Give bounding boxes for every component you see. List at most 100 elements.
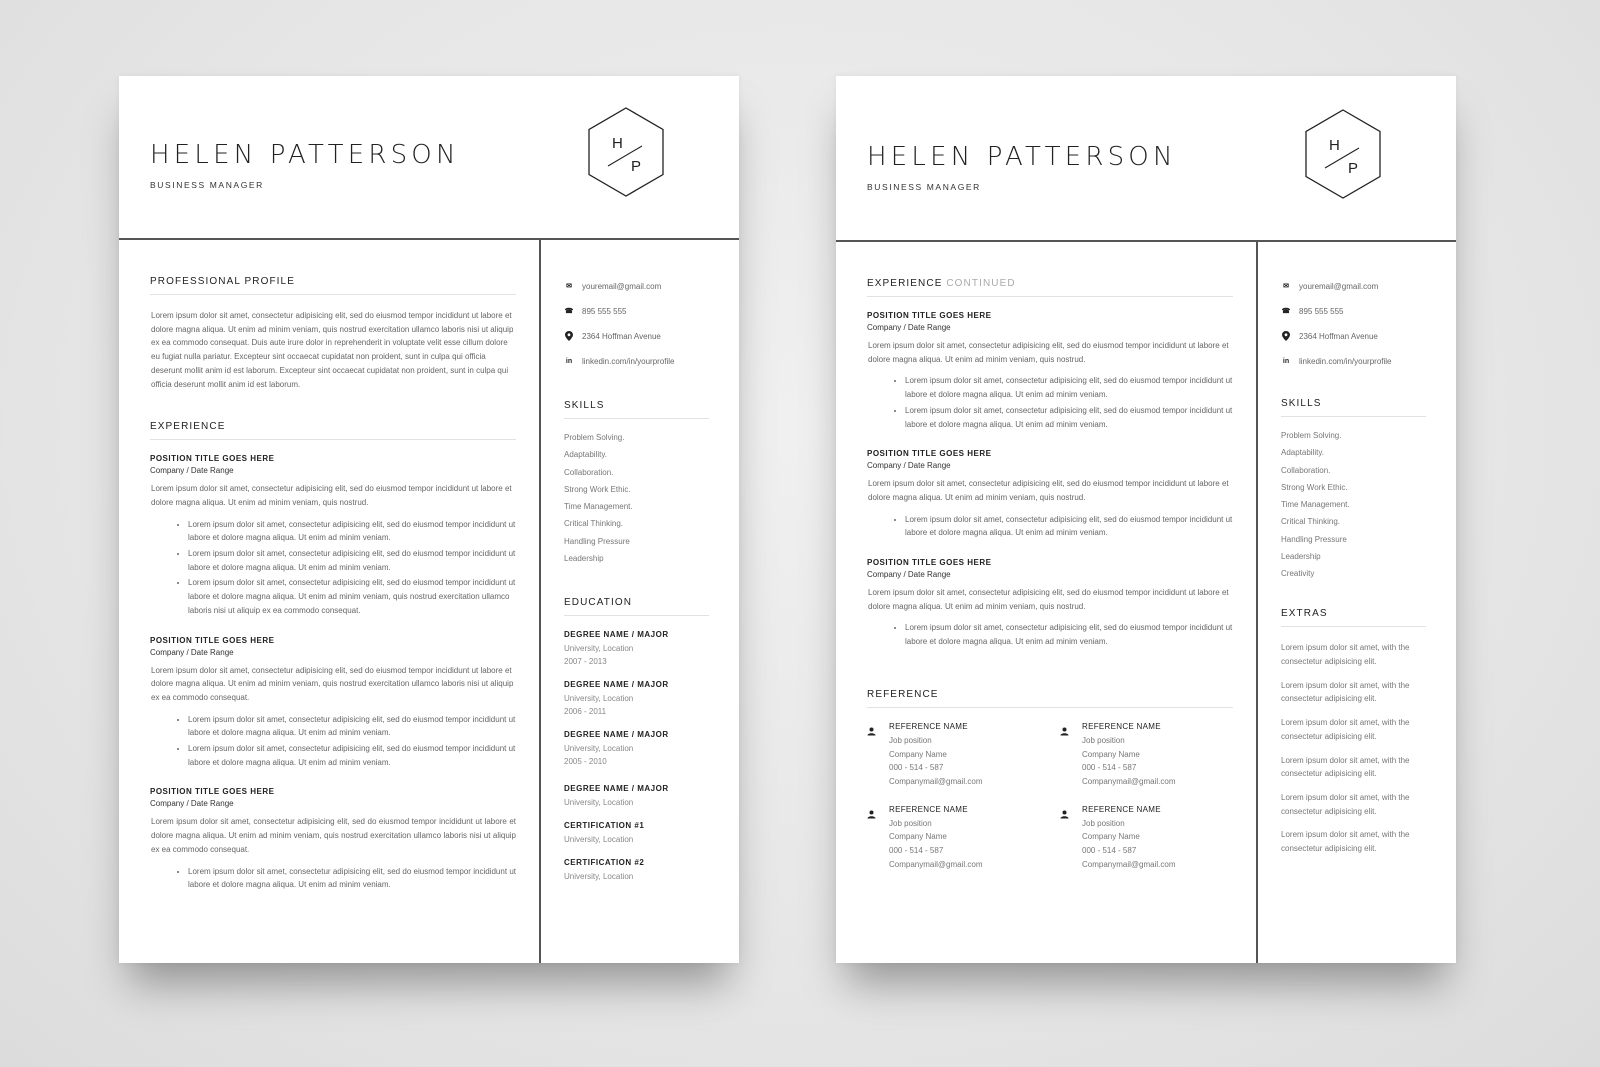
reference-entry: REFERENCE NAME Job position Company Name…: [1060, 805, 1233, 872]
reference-position: Job position: [889, 735, 932, 745]
job-entry: POSITION TITLE GOES HERE Company / Date …: [867, 558, 1233, 649]
certification-entry: CERTIFICATION #2 University, Location: [564, 858, 709, 883]
reference-email[interactable]: Companymail@gmail.com: [889, 858, 982, 872]
email-icon: ✉: [566, 283, 572, 290]
section-title: SKILLS: [564, 400, 709, 419]
candidate-name: HELEN PATTERSON: [150, 140, 460, 170]
job-summary: Lorem ipsum dolor sit amet, consectetur …: [868, 341, 1229, 364]
email-icon: ✉: [1283, 283, 1289, 290]
reference-name: REFERENCE NAME: [1082, 804, 1161, 814]
education-detail: University, Location: [564, 798, 634, 808]
skill-item: Handling Pressure: [564, 536, 630, 546]
skill-item: Strong Work Ethic.: [564, 484, 631, 494]
education-entry: DEGREE NAME / MAJOR University, Location…: [564, 680, 709, 718]
section-title: REFERENCE: [867, 689, 1233, 708]
skill-item: Problem Solving.: [1281, 431, 1342, 440]
reference-phone: 000 - 514 - 587: [1082, 763, 1137, 773]
reference-company: Company Name: [1082, 749, 1140, 759]
contact-text[interactable]: youremail@gmail.com: [1299, 282, 1378, 291]
education-detail: 2006 - 2011: [564, 707, 607, 717]
contact-linkedin: in linkedin.com/in/yourprofile: [1281, 355, 1426, 367]
reference-email[interactable]: Companymail@gmail.com: [1082, 858, 1175, 872]
education-detail: University, Location: [564, 694, 634, 704]
resume-page-1: HELEN PATTERSON BUSINESS MANAGER H P PRO…: [119, 76, 739, 963]
reference-email[interactable]: Companymail@gmail.com: [889, 775, 982, 789]
linkedin-icon: in: [1282, 357, 1290, 365]
contact-text: 895 555 555: [582, 306, 627, 316]
education-title: DEGREE NAME / MAJOR: [564, 784, 669, 794]
extras-section: EXTRAS Lorem ipsum dolor sit amet, with …: [1281, 608, 1426, 855]
job-bullet: Lorem ipsum dolor sit amet, consectetur …: [188, 742, 516, 769]
certification-detail: University, Location: [564, 835, 634, 845]
job-entry: POSITION TITLE GOES HERE Company / Date …: [867, 311, 1233, 431]
contact-text[interactable]: linkedin.com/in/yourprofile: [582, 357, 675, 366]
reference-entry: REFERENCE NAME Job position Company Name…: [1060, 722, 1233, 789]
job-bullet: Lorem ipsum dolor sit amet, consectetur …: [188, 518, 516, 545]
skills-section: SKILLS Problem Solving. Adaptability. Co…: [1281, 398, 1426, 578]
location-pin-icon: [1281, 331, 1291, 341]
contact-address: 2364 Hoffman Avenue: [564, 330, 709, 342]
extra-item: Lorem ipsum dolor sit amet, with the con…: [1281, 680, 1410, 704]
person-icon: [1060, 722, 1082, 789]
skill-item: Problem Solving.: [564, 433, 625, 442]
section-title: EXTRAS: [1281, 608, 1426, 628]
reference-name: REFERENCE NAME: [889, 721, 968, 731]
contact-text[interactable]: youremail@gmail.com: [582, 282, 661, 291]
column-divider: [539, 238, 541, 963]
section-title: SKILLS: [1281, 398, 1426, 417]
reference-position: Job position: [1082, 735, 1125, 745]
education-section: EDUCATION DEGREE NAME / MAJOR University…: [564, 597, 709, 883]
reference-company: Company Name: [889, 749, 947, 759]
candidate-role: BUSINESS MANAGER: [867, 182, 981, 192]
reference-email[interactable]: Companymail@gmail.com: [1082, 775, 1175, 789]
monogram-first: H: [612, 135, 623, 152]
job-summary: Lorem ipsum dolor sit amet, consectetur …: [151, 484, 512, 507]
reference-name: REFERENCE NAME: [889, 804, 968, 814]
resume-page-2: HELEN PATTERSON BUSINESS MANAGER H P EXP…: [836, 76, 1456, 963]
reference-entry: REFERENCE NAME Job position Company Name…: [867, 722, 1060, 789]
job-summary: Lorem ipsum dolor sit amet, consectetur …: [151, 665, 514, 702]
skill-item: Critical Thinking.: [1281, 517, 1340, 527]
header-divider: [836, 240, 1456, 242]
extra-item: Lorem ipsum dolor sit amet, with the con…: [1281, 793, 1410, 816]
monogram-first: H: [1329, 137, 1340, 154]
skill-item: Adaptability.: [564, 450, 607, 460]
job-entry: POSITION TITLE GOES HERE Company / Date …: [150, 636, 516, 770]
contact-list: ✉ youremail@gmail.com ☎ 895 555 555 2364 H…: [1281, 280, 1426, 367]
job-title: POSITION TITLE GOES HERE: [150, 787, 275, 797]
job-summary: Lorem ipsum dolor sit amet, consectetur …: [151, 817, 516, 854]
reference-company: Company Name: [889, 832, 947, 842]
job-title: POSITION TITLE GOES HERE: [867, 558, 992, 568]
job-bullet: Lorem ipsum dolor sit amet, consectetur …: [905, 374, 1233, 401]
monogram-hexagon-logo: H P: [588, 107, 664, 197]
certification-title: CERTIFICATION #1: [564, 821, 645, 831]
contact-text: 2364 Hoffman Avenue: [582, 331, 661, 341]
contact-list: ✉ youremail@gmail.com ☎ 895 555 555 2364 H…: [564, 280, 709, 367]
job-title: POSITION TITLE GOES HERE: [867, 311, 992, 320]
section-title: EXPERIENCE CONTINUED: [867, 278, 1233, 297]
contact-text[interactable]: linkedin.com/in/yourprofile: [1299, 357, 1392, 366]
candidate-name: HELEN PATTERSON: [867, 142, 1177, 172]
experience-section: EXPERIENCE POSITION TITLE GOES HERE Comp…: [150, 421, 516, 892]
contact-email: ✉ youremail@gmail.com: [1281, 280, 1426, 292]
skill-item: Collaboration.: [564, 467, 614, 477]
main-column: EXPERIENCE CONTINUED POSITION TITLE GOES…: [867, 278, 1233, 871]
header-divider: [119, 238, 739, 240]
reference-position: Job position: [1082, 818, 1125, 828]
reference-company: Company Name: [1082, 832, 1140, 842]
certification-entry: CERTIFICATION #1 University, Location: [564, 821, 709, 846]
job-bullet: Lorem ipsum dolor sit amet, consectetur …: [188, 713, 516, 740]
education-title: DEGREE NAME / MAJOR: [564, 730, 669, 740]
monogram-second: P: [1348, 160, 1358, 177]
skill-item: Leadership: [1281, 552, 1321, 562]
contact-phone: ☎ 895 555 555: [564, 305, 709, 317]
side-column: ✉ youremail@gmail.com ☎ 895 555 555 2364 H…: [564, 276, 709, 895]
education-title: DEGREE NAME / MAJOR: [564, 680, 669, 690]
education-title: DEGREE NAME / MAJOR: [564, 630, 669, 640]
reference-phone: 000 - 514 - 587: [889, 763, 944, 773]
section-title: EDUCATION: [564, 597, 709, 617]
job-title: POSITION TITLE GOES HERE: [150, 454, 275, 464]
phone-icon: ☎: [1281, 308, 1291, 315]
contact-text: 895 555 555: [1299, 306, 1344, 316]
skill-item: Collaboration.: [1281, 465, 1331, 475]
